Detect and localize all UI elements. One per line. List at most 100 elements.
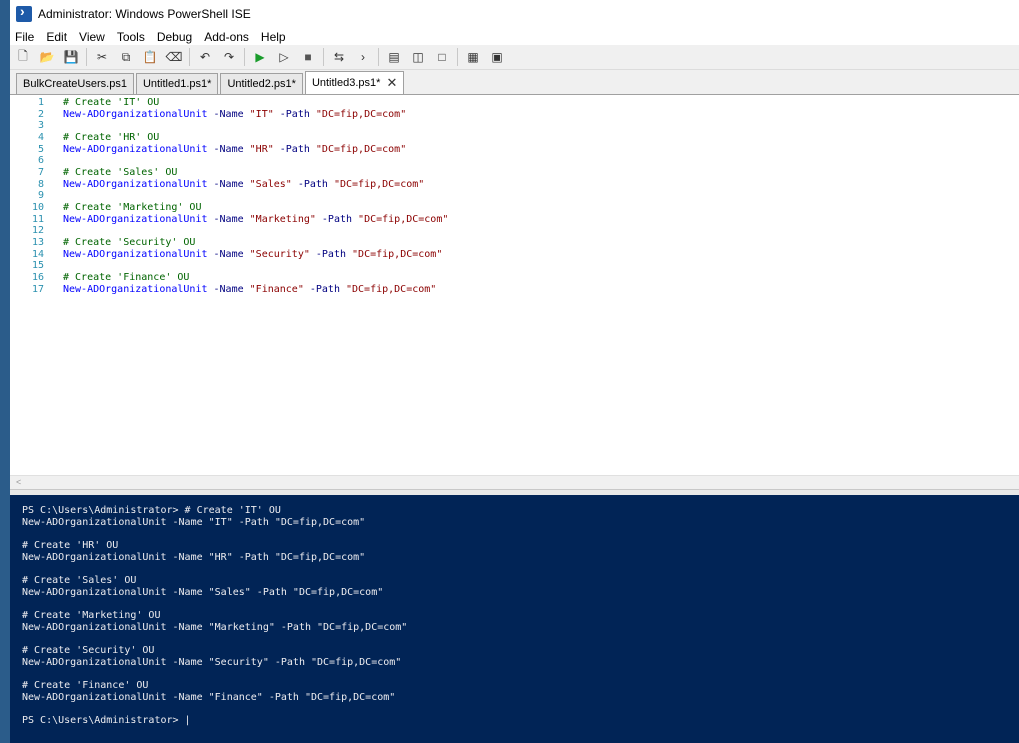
clear-icon[interactable]: ⌫ [165, 48, 183, 66]
code-cmdlet: New-ADOrganizationalUnit [63, 143, 208, 155]
redo-icon[interactable]: ↷ [220, 48, 238, 66]
code-string: "Marketing" [249, 213, 316, 225]
code-comment: # Create 'Finance' OU [63, 272, 190, 284]
code-parameter: -Name [207, 213, 250, 225]
code-string: "IT" [249, 108, 274, 120]
open-icon[interactable]: 📂 [38, 48, 56, 66]
code-line: ​ [63, 155, 448, 167]
code-line: # Create 'HR' OU [63, 132, 448, 144]
remote-icon[interactable]: ⇆ [330, 48, 348, 66]
scroll-left-icon[interactable]: < [16, 477, 21, 487]
layout-right-icon[interactable]: ◫ [409, 48, 427, 66]
copy-icon[interactable]: ⧉ [117, 48, 135, 66]
window-title: Administrator: Windows PowerShell ISE [38, 7, 251, 21]
line-number: 14 [31, 248, 44, 260]
toolbar-separator [378, 48, 379, 66]
run-selection-icon[interactable]: ▷ [275, 48, 293, 66]
console-line: ​ [22, 563, 407, 575]
close-tab-icon[interactable]: ✕ [386, 75, 397, 91]
line-numbers: 1 2 3 4 5 6 7 8 9 10 11 12 13 14 15 16 17 [10, 97, 44, 295]
paste-icon[interactable]: 📋 [141, 48, 159, 66]
code-line: New-ADOrganizationalUnit -Name "Security… [63, 249, 448, 261]
code-string: "HR" [249, 143, 274, 155]
toolbar-separator [189, 48, 190, 66]
menu-file[interactable]: File [15, 30, 34, 44]
code-comment: # Create 'Sales' OU [63, 167, 178, 179]
commands-icon[interactable]: ▦ [464, 48, 482, 66]
code-string: "DC=fip,DC=com" [346, 283, 437, 295]
save-icon[interactable]: 💾 [62, 48, 80, 66]
code-parameter: -Path [273, 143, 316, 155]
line-number: 12 [31, 225, 44, 237]
code-line: # Create 'Marketing' OU [63, 202, 448, 214]
console-pane[interactable]: PS C:\Users\Administrator> # Create 'IT'… [10, 495, 1019, 743]
line-number: 13 [31, 237, 44, 249]
stop-icon[interactable]: ■ [299, 48, 317, 66]
script-editor[interactable]: 1 2 3 4 5 6 7 8 9 10 11 12 13 14 15 16 17 # Create 'IT' … [10, 95, 1019, 475]
script-tab[interactable]: Untitled1.ps1* [135, 73, 219, 94]
line-number: 2 [37, 108, 44, 120]
tab-label: Untitled1.ps1* [142, 78, 212, 90]
code-string: "Finance" [249, 283, 304, 295]
code-parameter: -Name [207, 108, 250, 120]
console-output[interactable]: PS C:\Users\Administrator> # Create 'IT'… [22, 505, 407, 727]
menu-bar: File Edit View Tools Debug Add-ons Help [10, 28, 1019, 45]
line-number: 17 [31, 283, 44, 295]
console-line: # Create 'Finance' OU [22, 680, 149, 692]
code-parameter: -Path [315, 213, 359, 225]
line-number: 10 [31, 202, 44, 214]
menu-view[interactable]: View [79, 30, 105, 44]
code-cmdlet: New-ADOrganizationalUnit [63, 213, 208, 225]
undo-icon[interactable]: ↶ [196, 48, 214, 66]
script-tab[interactable]: BulkCreateUsers.ps1 [16, 73, 134, 94]
menu-edit[interactable]: Edit [46, 30, 67, 44]
line-number: 5 [37, 143, 44, 155]
line-number: 8 [37, 178, 44, 190]
toolbar-separator [323, 48, 324, 66]
code-parameter: -Name [207, 283, 250, 295]
tab-label: Untitled2.ps1* [227, 78, 296, 90]
code-cmdlet: New-ADOrganizationalUnit [63, 248, 208, 260]
line-number: 16 [31, 272, 44, 284]
menu-help[interactable]: Help [261, 30, 286, 44]
script-tab[interactable]: Untitled2.ps1* [220, 73, 303, 94]
line-number: 1 [37, 97, 44, 108]
line-number: 9 [37, 190, 44, 202]
code-comment: # Create 'Security' OU [63, 237, 196, 249]
console-line: ​ [22, 528, 407, 540]
layout-top-icon[interactable]: ▤ [385, 48, 403, 66]
code-line: ​ [63, 225, 448, 237]
console-prompt[interactable]: PS C:\Users\Administrator> | [22, 715, 407, 727]
code-line: ​ [63, 120, 448, 132]
code-line: New-ADOrganizationalUnit -Name "Finance"… [63, 284, 448, 296]
code-parameter: -Name [207, 178, 250, 190]
code-line: # Create 'IT' OU [63, 97, 448, 109]
powershell-icon [16, 3, 32, 22]
code-comment: # Create 'IT' OU [63, 97, 160, 108]
code-line: New-ADOrganizationalUnit -Name "Marketin… [63, 214, 448, 226]
console-line: New-ADOrganizationalUnit -Name "IT" -Pat… [22, 516, 366, 528]
code-line: ​ [63, 190, 448, 202]
tab-label: BulkCreateUsers.ps1 [23, 78, 127, 90]
code-line: New-ADOrganizationalUnit -Name "Sales" -… [63, 179, 448, 191]
cut-icon[interactable]: ✂ [93, 48, 111, 66]
horizontal-scrollbar[interactable]: < [10, 475, 1019, 490]
console-line: New-ADOrganizationalUnit -Name "Finance"… [22, 691, 396, 703]
run-icon[interactable]: ▶ [251, 48, 269, 66]
new-icon[interactable]: 🗋 [14, 48, 32, 66]
console-line: PS C:\Users\Administrator> # Create 'IT'… [22, 505, 281, 516]
ise-window: Administrator: Windows PowerShell ISE Fi… [10, 0, 1019, 743]
code-cmdlet: New-ADOrganizationalUnit [63, 108, 208, 120]
layout-max-icon[interactable]: □ [433, 48, 451, 66]
menu-debug[interactable]: Debug [157, 30, 192, 44]
line-number: 6 [37, 155, 44, 167]
menu-tools[interactable]: Tools [117, 30, 145, 44]
console-icon[interactable]: › [354, 48, 372, 66]
script-tab[interactable]: Untitled3.ps1* ✕ [304, 71, 405, 94]
editor-code[interactable]: # Create 'IT' OU New-ADOrganizationalUnit… [63, 97, 448, 295]
addon-icon[interactable]: ▣ [488, 48, 506, 66]
code-line: # Create 'Finance' OU [63, 272, 448, 284]
code-cmdlet: New-ADOrganizationalUnit [63, 178, 208, 190]
code-parameter: -Path [273, 108, 316, 120]
menu-addons[interactable]: Add-ons [204, 30, 249, 44]
